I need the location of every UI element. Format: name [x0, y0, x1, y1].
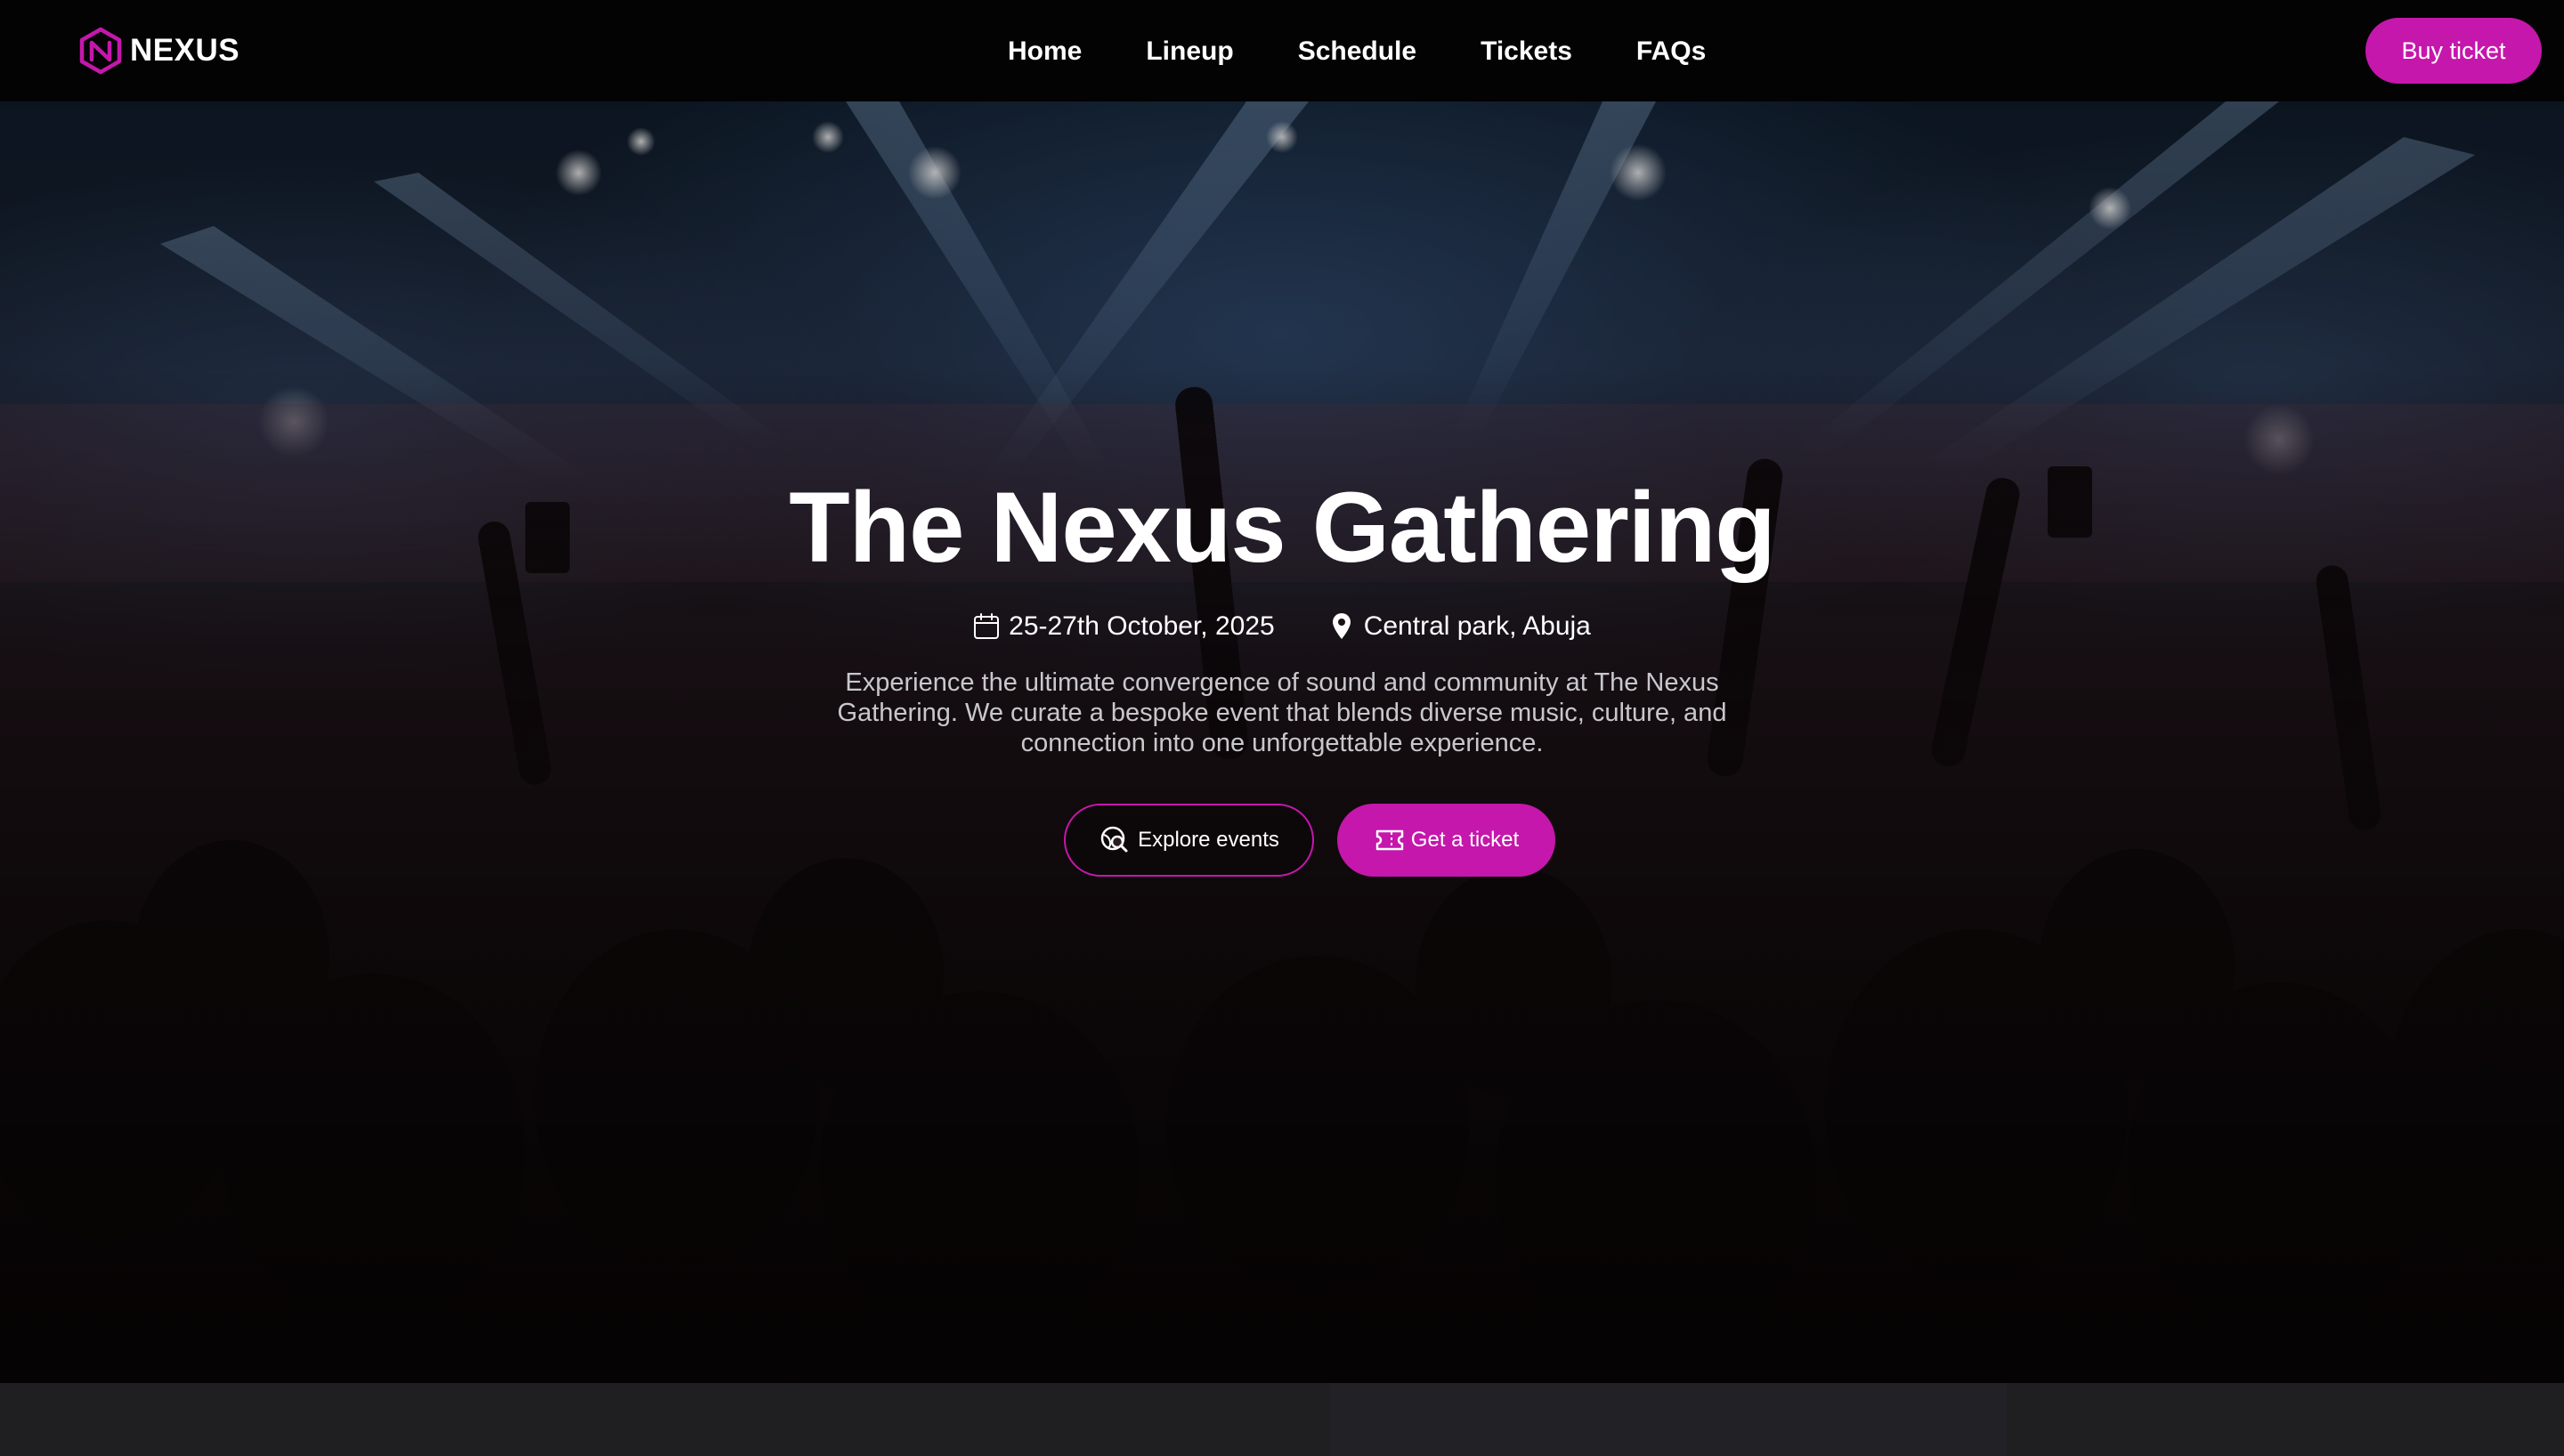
nav-link-home[interactable]: Home: [1008, 34, 1082, 69]
top-navbar: NEXUS Home Lineup Schedule Tickets FAQs …: [0, 0, 2564, 101]
brand-name: NEXUS: [130, 33, 240, 68]
brand-logo[interactable]: NEXUS: [77, 27, 239, 75]
get-ticket-button[interactable]: Get a ticket: [1337, 804, 1555, 877]
hero-title: The Nexus Gathering: [789, 472, 1775, 583]
next-section-edge: [0, 1383, 2564, 1456]
search-globe-icon: [1100, 826, 1128, 853]
explore-events-label: Explore events: [1138, 828, 1279, 852]
get-ticket-label: Get a ticket: [1410, 828, 1520, 852]
nav-link-tickets[interactable]: Tickets: [1481, 34, 1572, 69]
hero-content: The Nexus Gathering 25-27th October, 202…: [0, 101, 2564, 1383]
map-pin-icon: [1332, 613, 1351, 639]
calendar-icon: [974, 613, 1000, 639]
hero-section: The Nexus Gathering 25-27th October, 202…: [0, 101, 2564, 1383]
hero-actions: Explore events Get a ticket: [1064, 804, 1555, 877]
nav-link-faqs[interactable]: FAQs: [1636, 34, 1706, 69]
next-section-panel: [1330, 1383, 2007, 1456]
event-location-text: Central park, Abuja: [1363, 611, 1591, 641]
explore-events-button[interactable]: Explore events: [1064, 804, 1314, 877]
event-date: 25-27th October, 2025: [973, 609, 1275, 644]
buy-ticket-button[interactable]: Buy ticket: [2365, 18, 2542, 84]
event-meta: 25-27th October, 2025 Central park, Abuj…: [0, 609, 2564, 644]
nav-link-schedule[interactable]: Schedule: [1298, 34, 1416, 69]
main-nav: Home Lineup Schedule Tickets FAQs: [1008, 34, 1706, 69]
event-date-text: 25-27th October, 2025: [1009, 611, 1275, 641]
hero-description: Experience the ultimate convergence of s…: [837, 668, 1727, 757]
hexagon-n-logo-icon: [79, 27, 122, 75]
event-location: Central park, Abuja: [1328, 609, 1591, 644]
nav-link-lineup[interactable]: Lineup: [1146, 34, 1233, 69]
ticket-icon: [1375, 829, 1404, 851]
